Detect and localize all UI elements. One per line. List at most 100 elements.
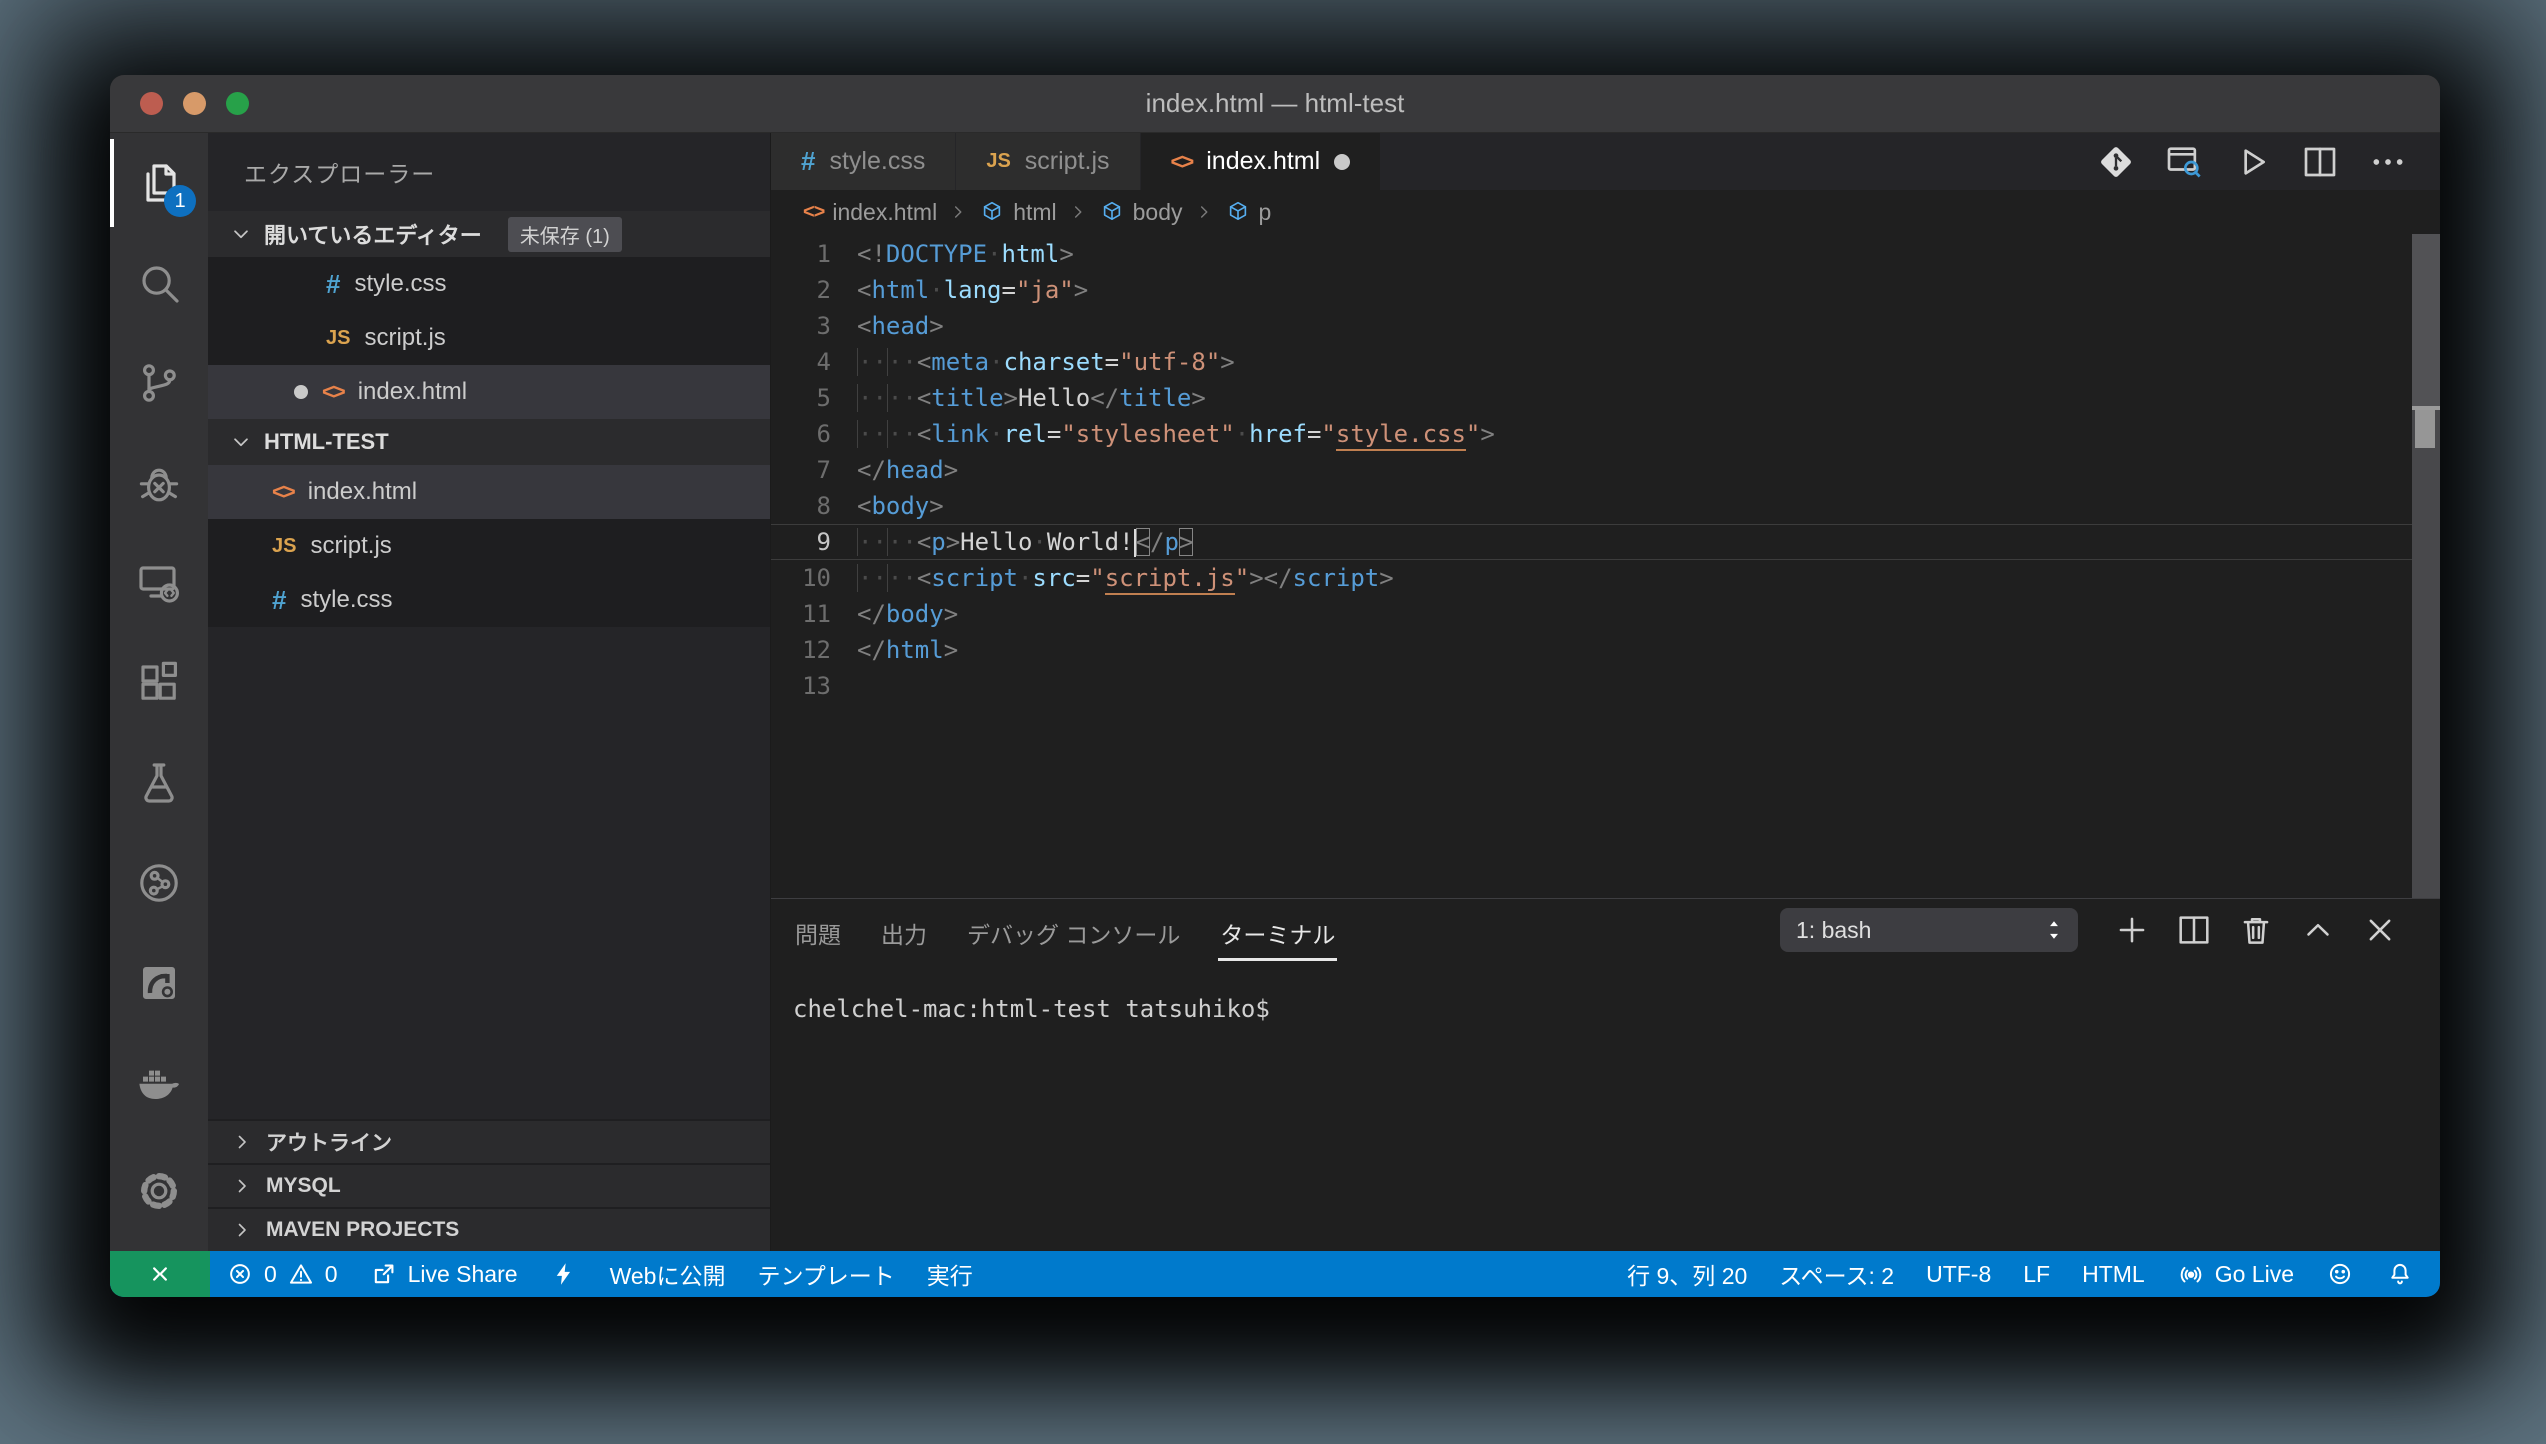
tab-style.css[interactable]: #style.css [771,133,955,190]
code-line-3[interactable]: 3<head> [771,308,2440,344]
activity-item-manage[interactable] [110,1141,208,1241]
section-MYSQL[interactable]: MYSQL [208,1163,770,1207]
section-MAVEN PROJECTS[interactable]: MAVEN PROJECTS [208,1207,770,1251]
scrollbar-thumb[interactable] [2412,234,2440,406]
breadcrumb-item-p[interactable]: p [1225,199,1272,226]
status-right: 行 9、列 20スペース: 2UTF-8LFHTMLGo Live [1611,1251,2440,1297]
editor-scrollbar[interactable] [2412,234,2440,898]
open-editor-row-index.html[interactable]: <>index.html [208,365,770,419]
activity-item-search[interactable] [110,233,208,333]
open-editors-header[interactable]: 開いているエディター未保存 (1) [208,211,770,257]
code-token: link [931,420,989,448]
activity-item-docker[interactable] [110,1033,208,1133]
tree-row-style.css[interactable]: #style.css [208,573,770,627]
breadcrumb-item-index.html[interactable]: <>index.html [803,199,937,226]
code-line-11[interactable]: 11</body> [771,596,2440,632]
minimize-button[interactable] [183,92,206,115]
code-token: · [987,240,1001,268]
code-line-4[interactable]: 4····<meta·charset="utf-8"> [771,344,2440,380]
status-go-live[interactable]: Go Live [2161,1251,2310,1297]
status-notifications[interactable] [2370,1251,2430,1297]
bell-icon [2386,1260,2414,1288]
open-browser-preview-button[interactable] [2158,136,2210,188]
tab-index.html[interactable]: <>index.html [1141,133,1381,190]
kill-terminal-button[interactable] [2232,906,2280,954]
activity-item-extensions[interactable] [110,633,208,733]
unsaved-badge: 未保存 (1) [508,217,622,252]
tab-script.js[interactable]: JSscript.js [956,133,1139,190]
code-line-9[interactable]: 9····<p>Hello·World!</p> [771,524,2440,560]
status-eol[interactable]: LF [2007,1251,2066,1297]
activity-item-explorer[interactable]: 1 [110,133,208,233]
open-editor-row-script.js[interactable]: JSscript.js [208,311,770,365]
maximize-panel-button[interactable] [2294,906,2342,954]
code-token: > [1179,528,1193,556]
more-actions-button[interactable] [2362,136,2414,188]
line-number: 5 [771,380,831,416]
tree-row-script.js[interactable]: JSscript.js [208,519,770,573]
code-line-8[interactable]: 8<body> [771,488,2440,524]
split-editor-button[interactable] [2294,136,2346,188]
status-cursor-position[interactable]: 行 9、列 20 [1611,1251,1763,1297]
sidebar-spacer [208,627,770,1119]
code-line-10[interactable]: 10····<script·src="script.js"></script> [771,560,2440,596]
folder-header[interactable]: HTML-TEST [208,419,770,465]
status-template[interactable]: テンプレート [741,1251,910,1297]
activity-item-source-control[interactable] [110,333,208,433]
zoom-button[interactable] [226,92,249,115]
run-file-button[interactable] [2226,136,2278,188]
code-line-7[interactable]: 7</head> [771,452,2440,488]
code-token: body [871,492,929,520]
code-line-5[interactable]: 5····<title>Hello</title> [771,380,2440,416]
code-token: Hello [960,528,1032,556]
code-token: rel [1004,420,1047,448]
panel-tab-ターミナル[interactable]: ターミナル [1218,900,1337,961]
breadcrumb-item-body[interactable]: body [1099,199,1183,226]
status-remote-indicator[interactable] [110,1251,210,1297]
close-panel-button[interactable] [2356,906,2404,954]
panel-tab-出力[interactable]: 出力 [879,900,929,961]
line-content: ····<p>Hello·World!</p> [857,524,1193,560]
activity-item-git-graph[interactable] [110,833,208,933]
status-run[interactable]: 実行 [911,1251,989,1297]
split-terminal-button[interactable] [2170,906,2218,954]
panel-tab-デバッグ コンソール[interactable]: デバッグ コンソール [965,900,1182,961]
code-line-2[interactable]: 2<html·lang="ja"> [771,272,2440,308]
breadcrumb-item-html[interactable]: html [979,199,1056,226]
open-changes-button[interactable] [2090,136,2142,188]
close-button[interactable] [140,92,163,115]
code-line-13[interactable]: 13 [771,668,2440,704]
code-line-6[interactable]: 6····<link·rel="stylesheet"·href="style.… [771,416,2440,452]
activity-item-deploy[interactable] [110,933,208,1033]
terminal-select[interactable]: 1: bash [1780,908,2078,952]
status-problems-text: 0 [264,1261,277,1288]
status-feedback[interactable] [2310,1251,2370,1297]
status-indentation[interactable]: スペース: 2 [1763,1251,1910,1297]
code-token: html [1002,240,1060,268]
status-lightning[interactable] [534,1251,594,1297]
open-editor-row-style.css[interactable]: #style.css [208,257,770,311]
terminal-content[interactable]: chelchel-mac:html-test tatsuhiko$ [771,961,2440,1251]
status-publish-web[interactable]: Webに公開 [594,1251,742,1297]
panel-tab-問題[interactable]: 問題 [793,900,843,961]
status-problems[interactable]: 00 [210,1251,354,1297]
code-token: p [931,528,945,556]
code-editor[interactable]: 1<!DOCTYPE·html>2<html·lang="ja">3<head>… [771,234,2440,898]
code-token: ·· [857,564,887,592]
code-token: script [1293,564,1380,592]
symbol-cube-icon [979,199,1005,225]
code-token: " [1090,564,1104,592]
status-encoding[interactable]: UTF-8 [1910,1251,2007,1297]
activity-item-run-debug[interactable] [110,433,208,533]
line-content: ····<link·rel="stylesheet"·href="style.c… [857,416,1495,452]
tree-row-index.html[interactable]: <>index.html [208,465,770,519]
code-line-1[interactable]: 1<!DOCTYPE·html> [771,236,2440,272]
activity-item-remote-explorer[interactable] [110,533,208,633]
status-live-share[interactable]: Live Share [354,1251,534,1297]
title-bar[interactable]: index.html — html-test [110,75,2440,133]
section-アウトライン[interactable]: アウトライン [208,1119,770,1163]
status-language-mode[interactable]: HTML [2066,1251,2161,1297]
code-line-12[interactable]: 12</html> [771,632,2440,668]
new-terminal-button[interactable] [2108,906,2156,954]
activity-item-testing[interactable] [110,733,208,833]
